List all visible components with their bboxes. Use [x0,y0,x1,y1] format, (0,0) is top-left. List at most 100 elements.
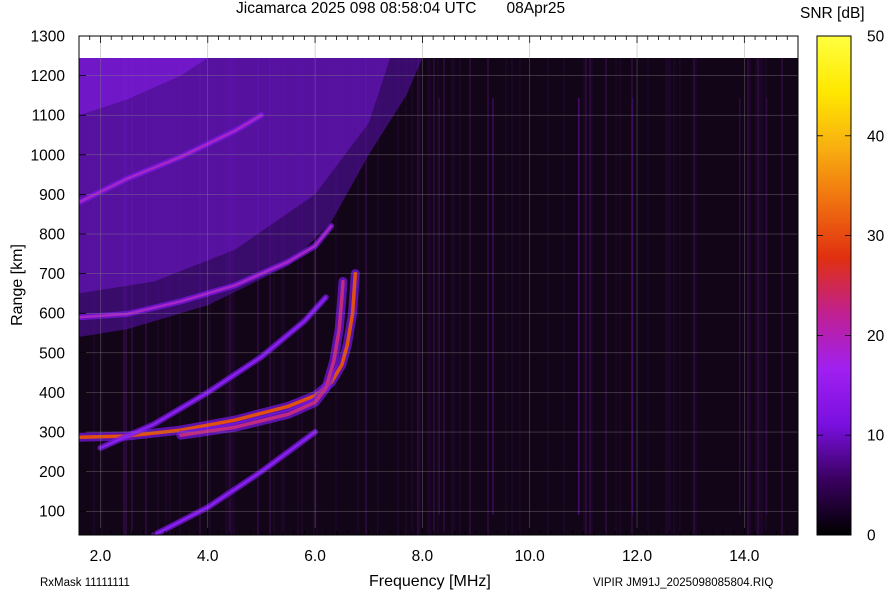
noise-column [619,58,621,535]
chart-title: Jicamarca 2025 098 08:58:04 UTC 08Apr25 [236,0,566,17]
noise-column [769,58,771,535]
noise-column [707,58,709,535]
noise-column [795,58,797,535]
noise-column [455,58,457,535]
noise-column [583,58,585,535]
noise-column [553,58,555,535]
noise-column [757,58,759,535]
colorbar-tick-label: 40 [867,128,884,145]
noise-column [777,58,779,535]
y-tick-label: 600 [39,306,65,323]
noise-column [499,58,501,535]
noise-column [393,58,395,535]
noise-column [427,58,429,535]
noise-column [449,58,451,535]
noise-column [495,58,497,535]
noise-column [501,58,503,535]
noise-column [747,58,749,535]
noise-column [565,58,567,535]
noise-column [601,58,603,535]
noise-column [719,58,721,535]
noise-column [401,58,403,535]
x-axis-label: Frequency [MHz] [369,573,491,590]
noise-column [395,58,397,535]
noise-column [587,58,589,535]
y-tick-label: 1200 [31,68,66,85]
noise-column [397,58,399,535]
noise-column [611,58,613,535]
noise-column [503,58,505,535]
noise-column [689,58,691,535]
colorbar-title: SNR [dB] [800,5,865,22]
noise-column [543,58,545,535]
noise-column [573,58,575,535]
y-tick-label: 100 [39,504,65,521]
noise-column [617,58,619,535]
noise-column [649,58,651,535]
noise-column [411,58,413,535]
colorbar-gradient [816,35,852,536]
file-label: VIPIR JM91J_2025098085804.RIQ [593,577,774,589]
noise-column [509,58,511,535]
noise-column [517,58,519,535]
noise-column [465,58,467,535]
noise-column [693,58,695,535]
noise-column [659,58,661,535]
noise-column [623,58,625,535]
noise-column [539,58,541,535]
noise-column [697,58,699,535]
colorbar-tick-label: 50 [867,29,884,46]
noise-column [603,58,605,535]
noise-column [405,58,407,535]
noise-column [507,58,509,535]
noise-column [535,58,537,535]
noise-column [575,58,577,535]
chart-date: 08Apr25 [506,0,566,17]
noise-column [729,58,731,535]
noise-column [557,58,559,535]
noise-column [679,58,681,535]
noise-column [471,58,473,535]
noise-column [435,58,437,535]
interference-line [738,98,741,515]
noise-column [403,58,405,535]
noise-column [389,58,391,535]
noise-column [685,58,687,535]
noise-column [459,58,461,535]
noise-column [477,58,479,535]
noise-column [717,58,719,535]
noise-column [421,58,423,535]
noise-column [629,58,631,535]
noise-column [781,58,783,535]
noise-column [525,58,527,535]
noise-column [541,58,543,535]
noise-column [643,58,645,535]
noise-column [743,58,745,535]
rxmask-label: RxMask 11111111 [40,577,130,589]
noise-column [407,58,409,535]
noise-column [399,58,401,535]
noise-column [431,58,433,535]
noise-column [589,58,591,535]
ionogram-plot: 2.0 4.0 6.0 8.0 10.0 12.0 14.01002003004005006… [31,29,884,566]
noise-column [645,58,647,535]
noise-column [529,58,531,535]
noise-column [443,58,445,535]
noise-column [567,58,569,535]
noise-column [463,58,465,535]
noise-column [751,58,753,535]
noise-column [413,58,415,535]
noise-column [651,58,653,535]
noise-column [479,58,481,535]
noise-column [755,58,757,535]
ionogram-chart: 2.0 4.0 6.0 8.0 10.0 12.0 14.0 100 200 300 400 500 6… [0,0,884,595]
noise-column [675,58,677,535]
noise-column [663,58,665,535]
noise-column [727,58,729,535]
noise-column [701,58,703,535]
noise-column [703,58,705,535]
noise-column [423,58,425,535]
noise-column [445,58,447,535]
noise-column [523,58,525,535]
noise-column [561,58,563,535]
